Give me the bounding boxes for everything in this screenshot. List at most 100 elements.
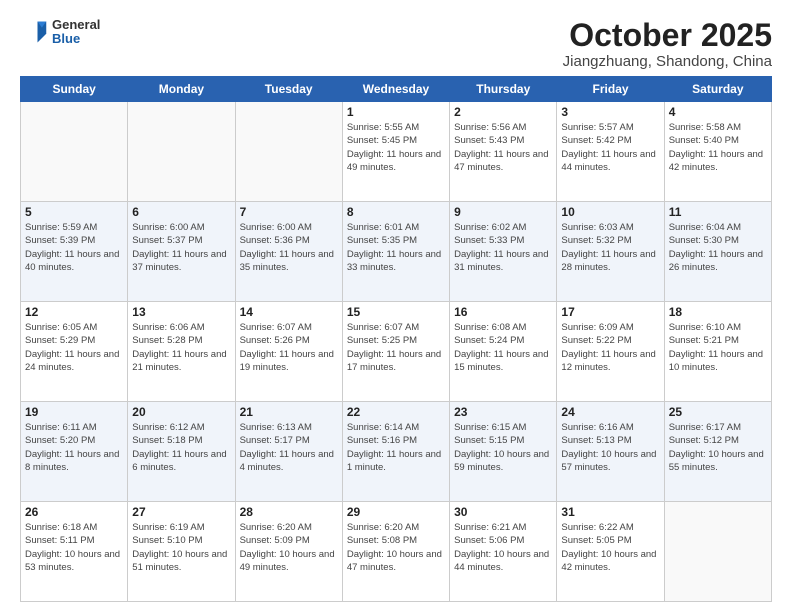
calendar-cell: 15 Sunrise: 6:07 AM Sunset: 5:25 PM Dayli… bbox=[342, 302, 449, 402]
day-header-friday: Friday bbox=[557, 77, 664, 102]
day-info: Sunrise: 5:55 AM Sunset: 5:45 PM Dayligh… bbox=[347, 121, 445, 174]
day-number: 3 bbox=[561, 105, 659, 119]
day-info: Sunrise: 6:08 AM Sunset: 5:24 PM Dayligh… bbox=[454, 321, 552, 374]
calendar-cell: 14 Sunrise: 6:07 AM Sunset: 5:26 PM Dayli… bbox=[235, 302, 342, 402]
day-number: 13 bbox=[132, 305, 230, 319]
day-info: Sunrise: 6:07 AM Sunset: 5:26 PM Dayligh… bbox=[240, 321, 338, 374]
calendar-cell: 31Sunrise: 6:22 AM Sunset: 5:05 PM Dayli… bbox=[557, 502, 664, 602]
day-number: 1 bbox=[347, 105, 445, 119]
day-info: Sunrise: 6:06 AM Sunset: 5:28 PM Dayligh… bbox=[132, 321, 230, 374]
day-header-sunday: Sunday bbox=[21, 77, 128, 102]
day-info: Sunrise: 6:00 AM Sunset: 5:37 PM Dayligh… bbox=[132, 221, 230, 274]
day-number: 23 bbox=[454, 405, 552, 419]
day-number: 2 bbox=[454, 105, 552, 119]
month-title: October 2025 bbox=[563, 18, 772, 53]
calendar-cell: 25Sunrise: 6:17 AM Sunset: 5:12 PM Dayli… bbox=[664, 402, 771, 502]
calendar-cell: 29 Sunrise: 6:20 AM Sunset: 5:08 PM Dayli… bbox=[342, 502, 449, 602]
day-info: Sunrise: 6:00 AM Sunset: 5:36 PM Dayligh… bbox=[240, 221, 338, 274]
calendar-cell: 6 Sunrise: 6:00 AM Sunset: 5:37 PM Daylig… bbox=[128, 202, 235, 302]
day-number: 31 bbox=[561, 505, 659, 519]
calendar-cell: 3 Sunrise: 5:57 AM Sunset: 5:42 PM Daylig… bbox=[557, 102, 664, 202]
day-info: Sunrise: 6:14 AM Sunset: 5:16 PM Dayligh… bbox=[347, 421, 445, 474]
day-header-tuesday: Tuesday bbox=[235, 77, 342, 102]
logo-text: General Blue bbox=[52, 18, 100, 47]
calendar-cell: 2Sunrise: 5:56 AM Sunset: 5:43 PM Daylig… bbox=[450, 102, 557, 202]
day-number: 10 bbox=[561, 205, 659, 219]
day-number: 6 bbox=[132, 205, 230, 219]
day-number: 17 bbox=[561, 305, 659, 319]
day-number: 8 bbox=[347, 205, 445, 219]
day-info: Sunrise: 6:17 AM Sunset: 5:12 PM Dayligh… bbox=[669, 421, 767, 474]
calendar: SundayMondayTuesdayWednesdayThursdayFrid… bbox=[20, 76, 772, 602]
day-info: Sunrise: 6:10 AM Sunset: 5:21 PM Dayligh… bbox=[669, 321, 767, 374]
day-header-saturday: Saturday bbox=[664, 77, 771, 102]
calendar-cell bbox=[128, 102, 235, 202]
day-info: Sunrise: 5:57 AM Sunset: 5:42 PM Dayligh… bbox=[561, 121, 659, 174]
calendar-cell: 16 Sunrise: 6:08 AM Sunset: 5:24 PM Dayli… bbox=[450, 302, 557, 402]
week-row-1: 1 Sunrise: 5:55 AM Sunset: 5:45 PM Daylig… bbox=[21, 102, 772, 202]
day-info: Sunrise: 6:13 AM Sunset: 5:17 PM Dayligh… bbox=[240, 421, 338, 474]
calendar-cell: 28 Sunrise: 6:20 AM Sunset: 5:09 PM Dayli… bbox=[235, 502, 342, 602]
week-row-2: 5Sunrise: 5:59 AM Sunset: 5:39 PM Daylig… bbox=[21, 202, 772, 302]
day-info: Sunrise: 6:11 AM Sunset: 5:20 PM Dayligh… bbox=[25, 421, 123, 474]
day-info: Sunrise: 6:19 AM Sunset: 5:10 PM Dayligh… bbox=[132, 521, 230, 574]
day-number: 4 bbox=[669, 105, 767, 119]
calendar-cell bbox=[21, 102, 128, 202]
day-number: 30 bbox=[454, 505, 552, 519]
day-info: Sunrise: 6:16 AM Sunset: 5:13 PM Dayligh… bbox=[561, 421, 659, 474]
title-block: October 2025 Jiangzhuang, Shandong, Chin… bbox=[563, 18, 772, 70]
day-info: Sunrise: 5:58 AM Sunset: 5:40 PM Dayligh… bbox=[669, 121, 767, 174]
day-number: 16 bbox=[454, 305, 552, 319]
header: General Blue October 2025 Jiangzhuang, S… bbox=[20, 18, 772, 70]
day-number: 14 bbox=[240, 305, 338, 319]
calendar-cell: 20 Sunrise: 6:12 AM Sunset: 5:18 PM Dayli… bbox=[128, 402, 235, 502]
day-info: Sunrise: 6:20 AM Sunset: 5:09 PM Dayligh… bbox=[240, 521, 338, 574]
day-number: 15 bbox=[347, 305, 445, 319]
page: General Blue October 2025 Jiangzhuang, S… bbox=[0, 0, 792, 612]
week-row-3: 12 Sunrise: 6:05 AM Sunset: 5:29 PM Dayli… bbox=[21, 302, 772, 402]
day-number: 7 bbox=[240, 205, 338, 219]
logo-general: General bbox=[52, 18, 100, 32]
day-number: 22 bbox=[347, 405, 445, 419]
calendar-cell: 1 Sunrise: 5:55 AM Sunset: 5:45 PM Daylig… bbox=[342, 102, 449, 202]
day-info: Sunrise: 6:18 AM Sunset: 5:11 PM Dayligh… bbox=[25, 521, 123, 574]
calendar-cell: 19 Sunrise: 6:11 AM Sunset: 5:20 PM Dayli… bbox=[21, 402, 128, 502]
day-header-thursday: Thursday bbox=[450, 77, 557, 102]
calendar-cell: 11Sunrise: 6:04 AM Sunset: 5:30 PM Dayli… bbox=[664, 202, 771, 302]
location: Jiangzhuang, Shandong, China bbox=[563, 53, 772, 70]
day-info: Sunrise: 6:05 AM Sunset: 5:29 PM Dayligh… bbox=[25, 321, 123, 374]
day-number: 24 bbox=[561, 405, 659, 419]
day-info: Sunrise: 6:02 AM Sunset: 5:33 PM Dayligh… bbox=[454, 221, 552, 274]
day-info: Sunrise: 5:59 AM Sunset: 5:39 PM Dayligh… bbox=[25, 221, 123, 274]
day-number: 12 bbox=[25, 305, 123, 319]
day-info: Sunrise: 6:12 AM Sunset: 5:18 PM Dayligh… bbox=[132, 421, 230, 474]
day-header-wednesday: Wednesday bbox=[342, 77, 449, 102]
day-number: 9 bbox=[454, 205, 552, 219]
calendar-cell: 7 Sunrise: 6:00 AM Sunset: 5:36 PM Daylig… bbox=[235, 202, 342, 302]
logo: General Blue bbox=[20, 18, 100, 47]
calendar-cell: 8Sunrise: 6:01 AM Sunset: 5:35 PM Daylig… bbox=[342, 202, 449, 302]
calendar-cell: 30Sunrise: 6:21 AM Sunset: 5:06 PM Dayli… bbox=[450, 502, 557, 602]
calendar-cell: 21 Sunrise: 6:13 AM Sunset: 5:17 PM Dayli… bbox=[235, 402, 342, 502]
day-info: Sunrise: 6:20 AM Sunset: 5:08 PM Dayligh… bbox=[347, 521, 445, 574]
calendar-cell: 5Sunrise: 5:59 AM Sunset: 5:39 PM Daylig… bbox=[21, 202, 128, 302]
calendar-cell: 26 Sunrise: 6:18 AM Sunset: 5:11 PM Dayli… bbox=[21, 502, 128, 602]
day-number: 29 bbox=[347, 505, 445, 519]
calendar-cell: 18Sunrise: 6:10 AM Sunset: 5:21 PM Dayli… bbox=[664, 302, 771, 402]
calendar-cell: 24 Sunrise: 6:16 AM Sunset: 5:13 PM Dayli… bbox=[557, 402, 664, 502]
day-number: 21 bbox=[240, 405, 338, 419]
day-number: 19 bbox=[25, 405, 123, 419]
logo-blue: Blue bbox=[52, 32, 100, 46]
day-info: Sunrise: 6:04 AM Sunset: 5:30 PM Dayligh… bbox=[669, 221, 767, 274]
calendar-cell: 23Sunrise: 6:15 AM Sunset: 5:15 PM Dayli… bbox=[450, 402, 557, 502]
logo-icon bbox=[20, 18, 48, 46]
day-number: 26 bbox=[25, 505, 123, 519]
day-header-monday: Monday bbox=[128, 77, 235, 102]
day-number: 20 bbox=[132, 405, 230, 419]
calendar-cell: 4 Sunrise: 5:58 AM Sunset: 5:40 PM Daylig… bbox=[664, 102, 771, 202]
day-info: Sunrise: 6:07 AM Sunset: 5:25 PM Dayligh… bbox=[347, 321, 445, 374]
day-number: 28 bbox=[240, 505, 338, 519]
calendar-cell: 22 Sunrise: 6:14 AM Sunset: 5:16 PM Dayli… bbox=[342, 402, 449, 502]
day-info: Sunrise: 6:03 AM Sunset: 5:32 PM Dayligh… bbox=[561, 221, 659, 274]
calendar-cell: 12 Sunrise: 6:05 AM Sunset: 5:29 PM Dayli… bbox=[21, 302, 128, 402]
